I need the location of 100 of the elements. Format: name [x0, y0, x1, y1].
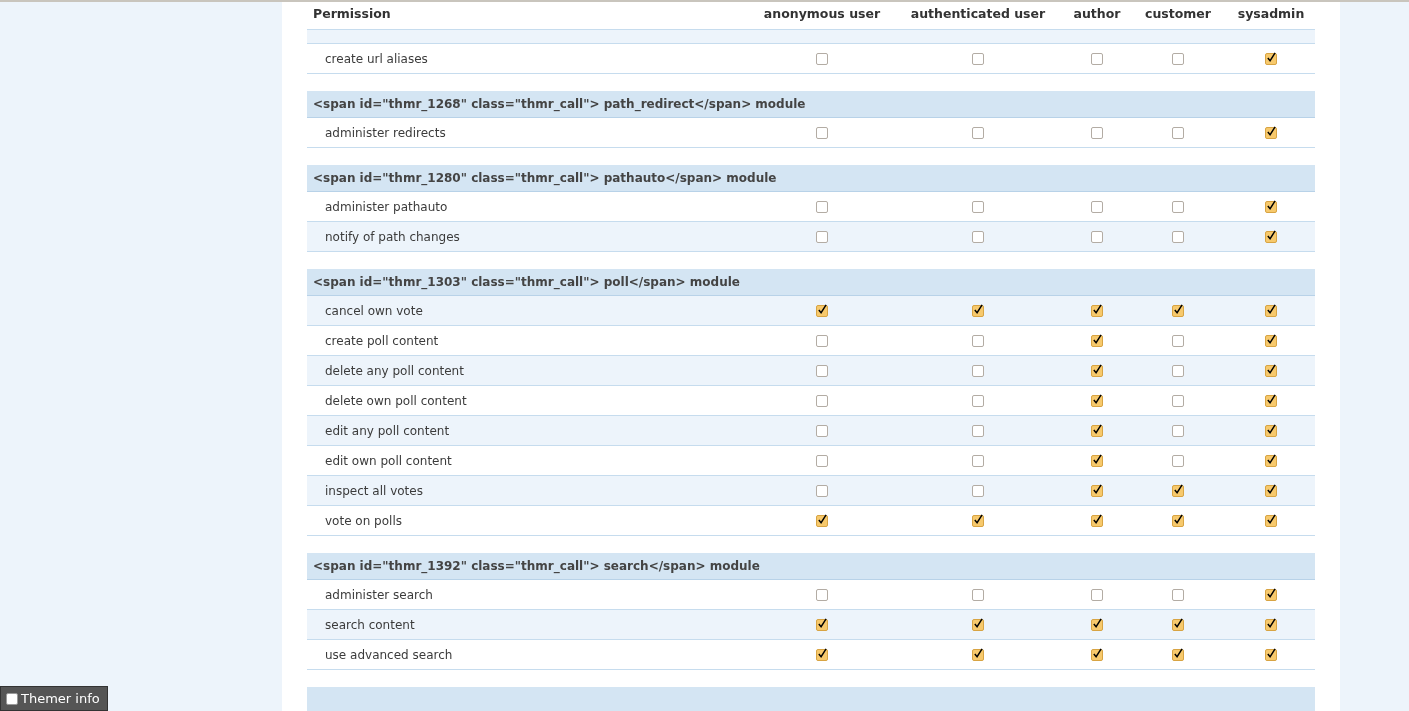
checkbox[interactable] — [1091, 304, 1103, 317]
checkbox[interactable] — [972, 648, 984, 661]
checkbox[interactable] — [1172, 304, 1184, 317]
checkbox[interactable] — [1172, 424, 1184, 437]
checkbox[interactable] — [816, 454, 828, 467]
check-icon — [1266, 125, 1276, 137]
checkbox[interactable] — [1091, 200, 1103, 213]
checkbox[interactable] — [1172, 454, 1184, 467]
checkbox[interactable] — [816, 424, 828, 437]
checkbox[interactable] — [1172, 126, 1184, 139]
check-icon — [1092, 647, 1102, 659]
checkbox[interactable] — [1091, 514, 1103, 527]
checkbox[interactable] — [1091, 230, 1103, 243]
checkbox[interactable] — [1265, 304, 1277, 317]
checkbox[interactable] — [816, 618, 828, 631]
checkbox[interactable] — [972, 424, 984, 437]
checkbox[interactable] — [1091, 588, 1103, 601]
checkbox[interactable] — [1172, 334, 1184, 347]
checkbox[interactable] — [816, 648, 828, 661]
checkbox[interactable] — [1172, 200, 1184, 213]
check-icon — [1173, 483, 1183, 495]
checkbox[interactable] — [816, 126, 828, 139]
checkbox[interactable] — [1265, 394, 1277, 407]
check-icon — [1266, 483, 1276, 495]
checkbox[interactable] — [972, 394, 984, 407]
module-header: <span id="thmr_1268" class="thmr_call"> path_redirect</span> module — [307, 91, 1315, 118]
checkbox[interactable] — [1172, 484, 1184, 497]
checkbox[interactable] — [816, 484, 828, 497]
permission-label: edit own poll content — [324, 452, 453, 470]
checkbox[interactable] — [1265, 424, 1277, 437]
checkbox[interactable] — [816, 334, 828, 347]
checkbox[interactable] — [1172, 230, 1184, 243]
checkbox[interactable] — [1091, 484, 1103, 497]
checkbox[interactable] — [1265, 454, 1277, 467]
checkbox[interactable] — [1091, 364, 1103, 377]
checkbox[interactable] — [1265, 514, 1277, 527]
check-icon — [817, 647, 827, 659]
checkbox[interactable] — [1091, 648, 1103, 661]
check-icon — [1092, 513, 1102, 525]
checkbox[interactable] — [972, 334, 984, 347]
permission-label: administer search — [324, 586, 434, 604]
checkbox[interactable] — [1265, 126, 1277, 139]
checkbox[interactable] — [816, 588, 828, 601]
checkbox[interactable] — [816, 230, 828, 243]
checkbox[interactable] — [972, 484, 984, 497]
permission-label: use advanced search — [324, 646, 454, 664]
checkbox[interactable] — [816, 394, 828, 407]
check-icon — [1092, 393, 1102, 405]
checkbox[interactable] — [972, 454, 984, 467]
checkbox[interactable] — [1172, 364, 1184, 377]
checkbox[interactable] — [1172, 394, 1184, 407]
checkbox[interactable] — [1265, 52, 1277, 65]
checkbox[interactable] — [972, 514, 984, 527]
checkbox[interactable] — [1091, 618, 1103, 631]
checkbox[interactable] — [972, 230, 984, 243]
checkbox[interactable] — [972, 200, 984, 213]
checkbox[interactable] — [816, 514, 828, 527]
checkbox[interactable] — [972, 52, 984, 65]
themer-info-toggle[interactable]: Themer info — [0, 686, 108, 711]
column-header: Permission — [312, 5, 391, 24]
checkbox[interactable] — [1265, 334, 1277, 347]
check-icon — [973, 303, 983, 315]
checkbox[interactable] — [972, 126, 984, 139]
checkbox[interactable] — [972, 304, 984, 317]
checkbox[interactable] — [816, 304, 828, 317]
check-icon — [1266, 453, 1276, 465]
checkbox[interactable] — [1172, 52, 1184, 65]
checkbox[interactable] — [6, 692, 18, 705]
module-header: <span id="thmr_1303" class="thmr_call"> poll</span> module — [307, 269, 1315, 296]
checkbox[interactable] — [1091, 424, 1103, 437]
checkbox[interactable] — [1091, 126, 1103, 139]
checkbox[interactable] — [1265, 230, 1277, 243]
checkbox[interactable] — [1091, 394, 1103, 407]
checkbox[interactable] — [972, 618, 984, 631]
checkbox[interactable] — [1172, 514, 1184, 527]
checkbox[interactable] — [1172, 618, 1184, 631]
check-icon — [1092, 363, 1102, 375]
permission-label: delete own poll content — [324, 392, 468, 410]
checkbox[interactable] — [1172, 588, 1184, 601]
checkbox[interactable] — [972, 364, 984, 377]
check-icon — [1092, 423, 1102, 435]
checkbox[interactable] — [1265, 484, 1277, 497]
check-icon — [1266, 587, 1276, 599]
permission-label: edit any poll content — [324, 422, 451, 440]
checkbox[interactable] — [1265, 588, 1277, 601]
check-icon — [1266, 363, 1276, 375]
checkbox[interactable] — [1265, 364, 1277, 377]
checkbox[interactable] — [1265, 648, 1277, 661]
column-header: sysadmin — [1237, 5, 1305, 24]
checkbox[interactable] — [972, 588, 984, 601]
checkbox[interactable] — [1091, 334, 1103, 347]
checkbox[interactable] — [1265, 200, 1277, 213]
checkbox[interactable] — [1172, 648, 1184, 661]
checkbox[interactable] — [1265, 618, 1277, 631]
checkbox[interactable] — [816, 364, 828, 377]
checkbox[interactable] — [1091, 454, 1103, 467]
checkbox[interactable] — [1091, 52, 1103, 65]
column-header: authenticated user — [910, 5, 1046, 24]
checkbox[interactable] — [816, 52, 828, 65]
checkbox[interactable] — [816, 200, 828, 213]
